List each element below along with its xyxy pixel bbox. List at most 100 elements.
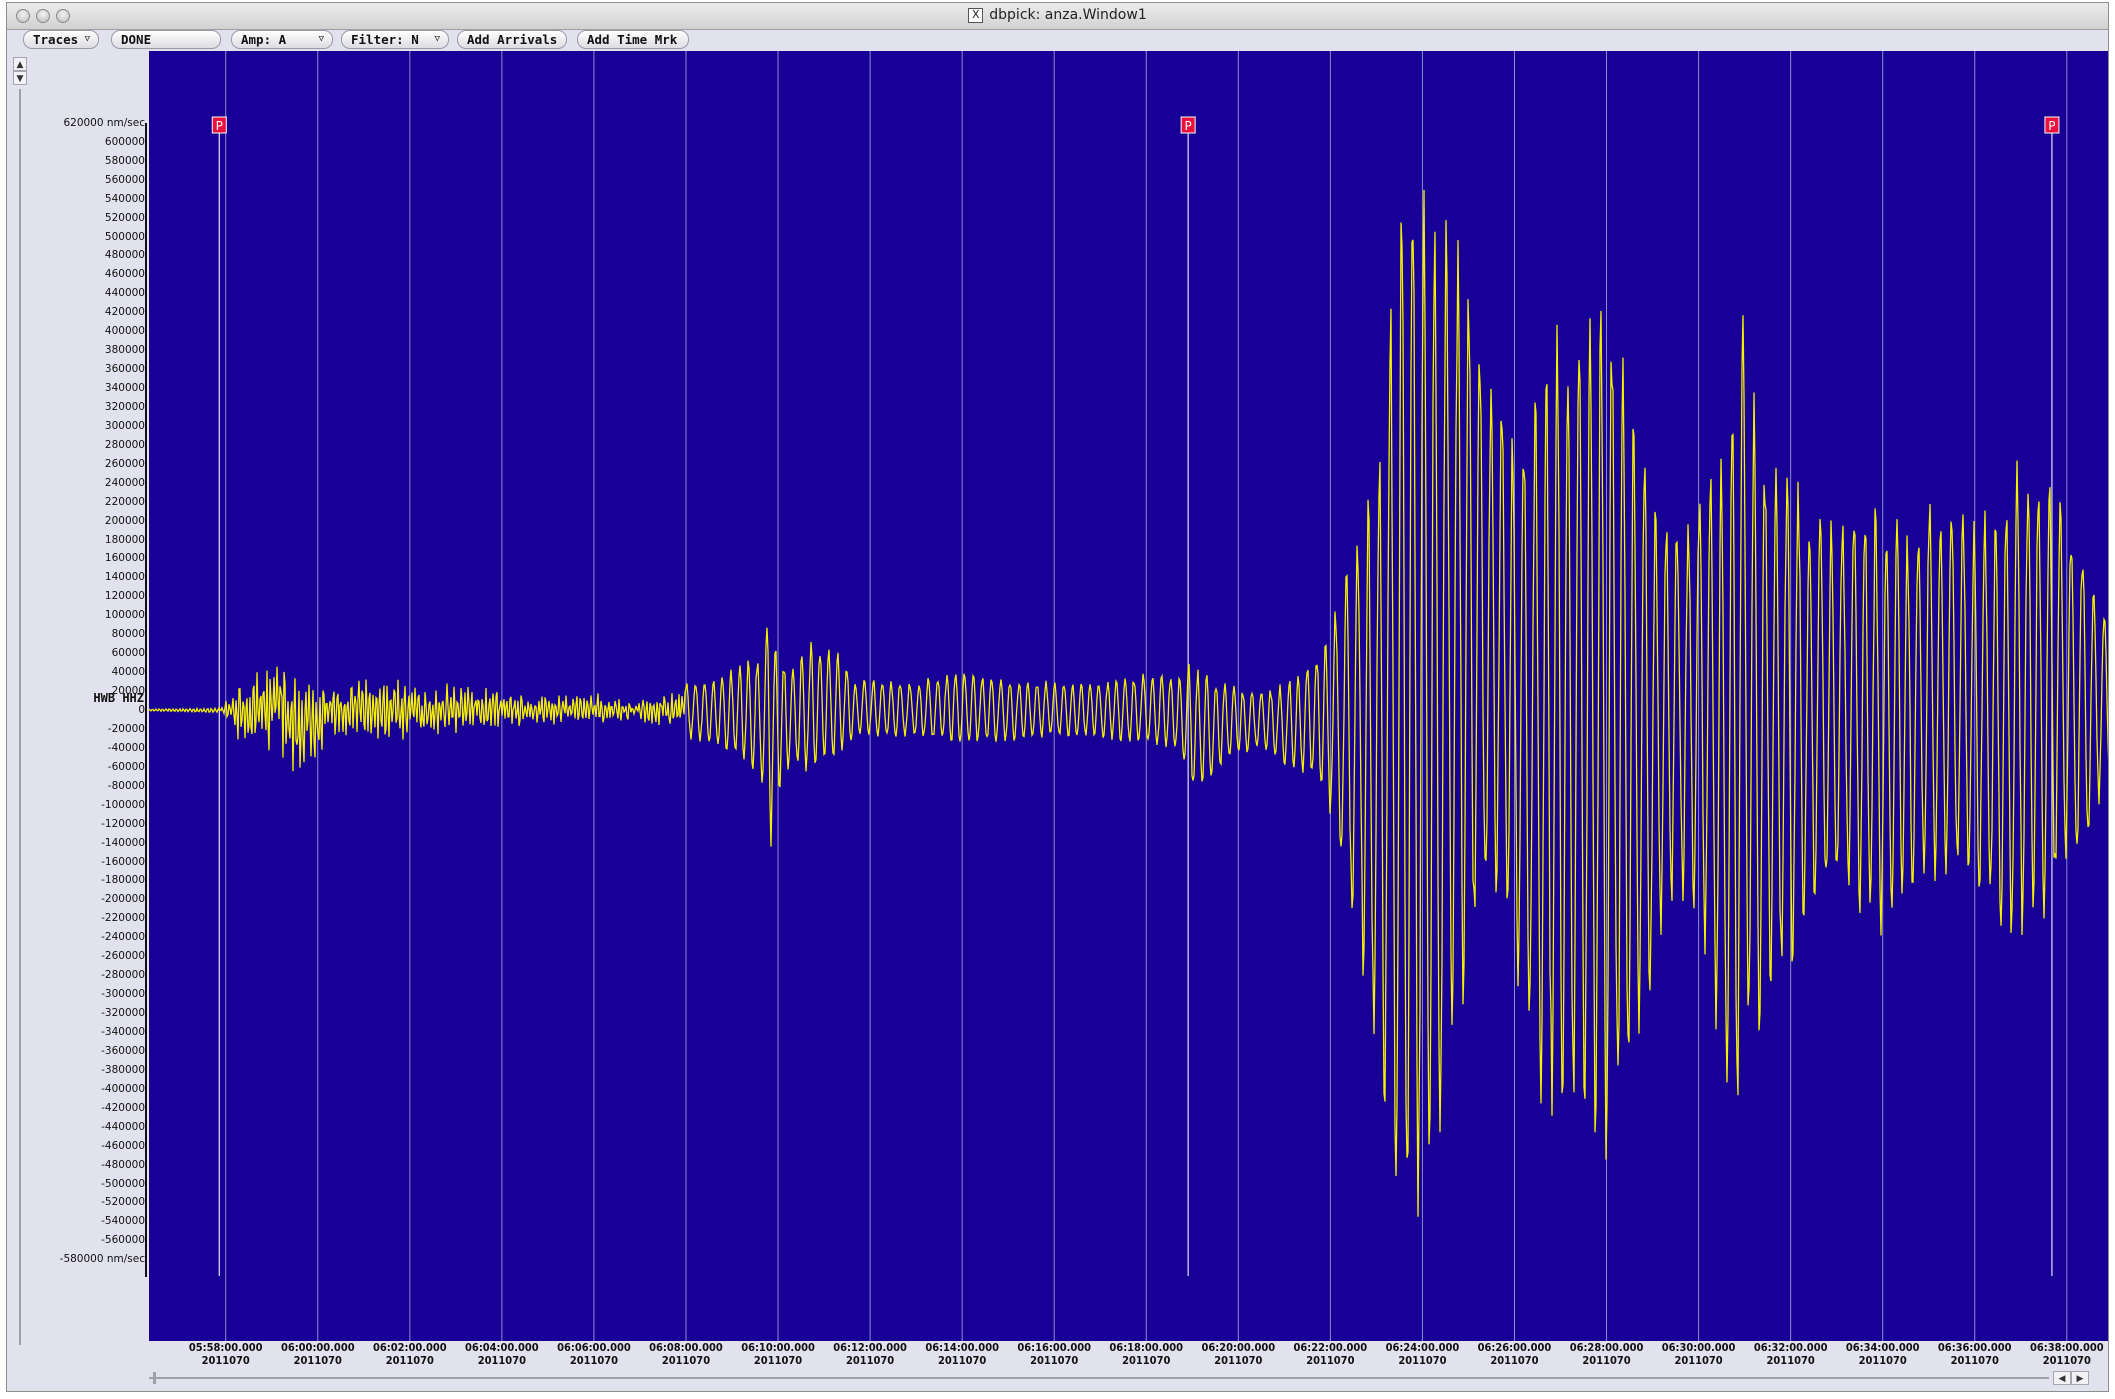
amp-menu-label: Amp: A [241, 32, 287, 47]
x-tick-time: 06:16:00.000 [1017, 1341, 1092, 1354]
y-tick-label-47: -320000 [101, 1007, 145, 1020]
x-tick-label-3: 06:04:00.000 2011070 [452, 1341, 552, 1367]
dropdown-arrow-icon: ▽ [434, 34, 440, 44]
y-tick-label-37: -120000 [101, 817, 145, 830]
add-arrivals-label: Add Arrivals [467, 32, 558, 47]
y-tick-label-59: -560000 [101, 1234, 145, 1247]
x-tick-label-9: 06:16:00.000 2011070 [1004, 1341, 1104, 1367]
y-tick-label-46: -300000 [101, 988, 145, 1001]
seismogram-svg: PPP [149, 51, 2108, 1341]
y-tick-label-54: -460000 [101, 1139, 145, 1152]
x-tick-time: 06:12:00.000 [833, 1341, 907, 1354]
y-tick-label-6: 500000 [104, 230, 145, 243]
horizontal-scroll-thumb[interactable] [153, 1372, 156, 1384]
y-tick-label-50: -380000 [101, 1063, 145, 1076]
scroll-left-arrow-icon[interactable]: ◀ [2053, 1371, 2071, 1385]
y-tick-label-11: 400000 [104, 325, 145, 338]
y-tick-label-9: 440000 [104, 287, 145, 300]
window-title-text: dbpick: anza.Window1 [989, 7, 1147, 23]
filter-menu-button[interactable]: Filter: N ▽ [341, 30, 449, 49]
y-tick-label-29: 40000 [111, 666, 145, 679]
add-time-mark-button[interactable]: Add Time Mrk [577, 30, 689, 49]
x-tick-label-6: 06:10:00.000 2011070 [728, 1341, 828, 1367]
x-tick-time: 05:58:00.000 [188, 1341, 263, 1354]
y-tick-label-2: 580000 [104, 154, 145, 167]
x-tick-date: 2011070 [1950, 1354, 1999, 1367]
x-tick-date: 2011070 [1122, 1354, 1171, 1367]
x-tick-time: 06:10:00.000 [741, 1341, 815, 1354]
x-tick-time: 06:00:00.000 [280, 1341, 355, 1354]
x-tick-label-5: 06:08:00.000 2011070 [636, 1341, 736, 1367]
x-tick-label-11: 06:20:00.000 2011070 [1188, 1341, 1288, 1367]
x-tick-time: 06:22:00.000 [1293, 1341, 1368, 1354]
x-tick-time: 06:20:00.000 [1201, 1341, 1276, 1354]
y-tick-label-1: 600000 [104, 135, 145, 148]
y-tick-label-16: 300000 [104, 419, 145, 432]
pick-label-0: P [216, 119, 223, 133]
y-tick-label-15: 320000 [104, 400, 145, 413]
y-tick-label-14: 340000 [104, 382, 145, 395]
toolbar: Traces ▽ DONE Amp: A ▽ Filter: N ▽ Add Arri… [7, 29, 2108, 51]
x-tick-label-1: 06:00:00.000 2011070 [268, 1341, 368, 1367]
x-tick-label-2: 06:02:00.000 2011070 [360, 1341, 460, 1367]
pick-label-2: P [2048, 119, 2055, 133]
x-tick-label-15: 06:28:00.000 2011070 [1557, 1341, 1657, 1367]
x-tick-time: 06:02:00.000 [372, 1341, 447, 1354]
y-tick-label-23: 160000 [104, 552, 145, 565]
y-tick-label-8: 460000 [104, 268, 145, 281]
y-tick-label-3: 560000 [104, 173, 145, 186]
x-tick-date: 2011070 [1214, 1354, 1263, 1367]
add-arrivals-button[interactable]: Add Arrivals [457, 30, 567, 49]
window-title: Xdbpick: anza.Window1 [7, 7, 2108, 23]
x-tick-label-4: 06:06:00.000 2011070 [544, 1341, 644, 1367]
y-tick-label-34: -60000 [107, 760, 145, 773]
y-tick-label-7: 480000 [104, 249, 145, 262]
x-tick-date: 2011070 [293, 1354, 342, 1367]
y-tick-label-20: 220000 [104, 495, 145, 508]
x-tick-date: 2011070 [1766, 1354, 1815, 1367]
x-tick-time: 06:26:00.000 [1477, 1341, 1552, 1354]
x-tick-label-10: 06:18:00.000 2011070 [1096, 1341, 1196, 1367]
add-time-mark-label: Add Time Mrk [587, 32, 678, 47]
y-tick-label-36: -100000 [101, 798, 145, 811]
y-tick-label-32: -20000 [107, 722, 145, 735]
x-tick-date: 2011070 [1674, 1354, 1723, 1367]
x-tick-date: 2011070 [1030, 1354, 1079, 1367]
x-tick-label-8: 06:14:00.000 2011070 [912, 1341, 1012, 1367]
x-tick-date: 2011070 [2042, 1354, 2091, 1367]
x-tick-time: 06:34:00.000 [1845, 1341, 1920, 1354]
y-tick-label-44: -260000 [101, 950, 145, 963]
x-tick-label-0: 05:58:00.000 2011070 [176, 1341, 276, 1367]
horizontal-scroll-track[interactable] [149, 1377, 2049, 1379]
amp-menu-button[interactable]: Amp: A ▽ [231, 30, 333, 49]
y-tick-label-24: 140000 [104, 571, 145, 584]
x-tick-time: 06:08:00.000 [649, 1341, 723, 1354]
app-window: Xdbpick: anza.Window1 Traces ▽ DONE Amp: … [6, 2, 2109, 1392]
scroll-right-arrow-icon[interactable]: ▶ [2071, 1371, 2089, 1385]
x-tick-time: 06:06:00.000 [557, 1341, 631, 1354]
y-tick-label-45: -280000 [101, 969, 145, 982]
x-tick-date: 2011070 [569, 1354, 619, 1367]
pick-label-1: P [1185, 119, 1192, 133]
y-tick-label-58: -540000 [101, 1215, 145, 1228]
horizontal-scrollbar[interactable]: ◀ ▶ [149, 1371, 2108, 1385]
y-tick-label-40: -180000 [101, 874, 145, 887]
x-tick-date: 2011070 [1306, 1354, 1355, 1367]
x-tick-date: 2011070 [385, 1354, 434, 1367]
x-tick-date: 2011070 [477, 1354, 526, 1367]
x-tick-time: 06:18:00.000 [1109, 1341, 1184, 1354]
y-tick-label-10: 420000 [104, 306, 145, 319]
x-tick-time: 06:14:00.000 [925, 1341, 999, 1354]
x-tick-label-14: 06:26:00.000 2011070 [1464, 1341, 1564, 1367]
x-tick-date: 2011070 [661, 1354, 711, 1367]
x-tick-date: 2011070 [845, 1354, 895, 1367]
x-tick-date: 2011070 [201, 1354, 250, 1367]
x-tick-label-20: 06:38:00.000 2011070 [2017, 1341, 2108, 1367]
y-tick-label-31: 0 [138, 704, 145, 716]
dropdown-arrow-icon: ▽ [318, 34, 324, 44]
seismogram-plot[interactable]: PPP [149, 51, 2108, 1341]
y-tick-label-4: 540000 [104, 192, 145, 205]
x-tick-label-13: 06:24:00.000 2011070 [1372, 1341, 1472, 1367]
x-tick-time: 06:30:00.000 [1661, 1341, 1736, 1354]
station-channel-label: HWB HHZ [93, 691, 144, 705]
